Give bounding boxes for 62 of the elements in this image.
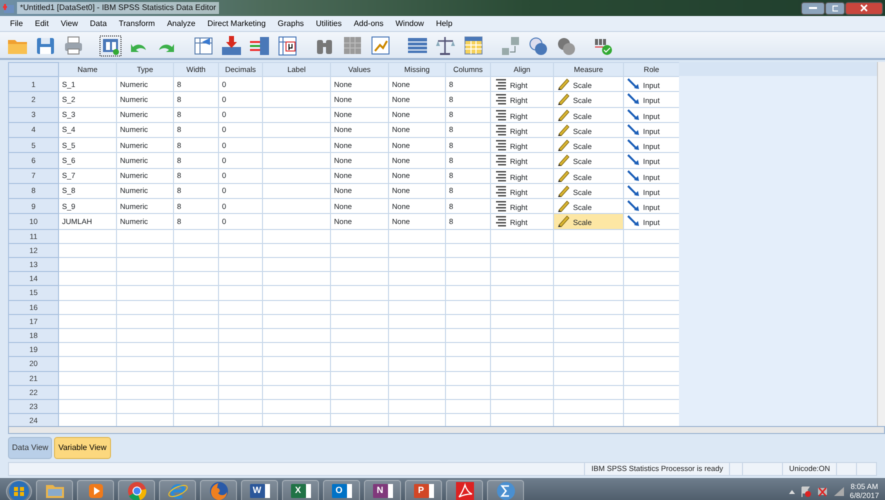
pdf-icon[interactable] — [454, 480, 476, 500]
menu-item[interactable]: Transform — [112, 18, 161, 30]
dialog-icon[interactable] — [99, 34, 122, 56]
menu-item[interactable]: Data — [84, 18, 113, 30]
close-icon[interactable] — [860, 4, 868, 12]
arrow-icon — [627, 92, 640, 106]
close-button[interactable] — [845, 2, 883, 14]
arrow-icon — [627, 138, 640, 152]
menu-item[interactable]: Utilities — [310, 18, 348, 30]
office-app-button[interactable]: X — [282, 480, 319, 500]
align-right-icon — [494, 214, 507, 228]
view-tab[interactable]: Variable View — [54, 437, 111, 459]
print-icon[interactable] — [62, 34, 85, 56]
view-tab[interactable]: Data View — [8, 437, 52, 459]
align-right-icon — [494, 77, 507, 90]
menu-item[interactable]: Analyze — [160, 18, 202, 30]
office-app-button[interactable]: O — [323, 480, 360, 500]
align-right-icon — [494, 168, 507, 182]
maximize-button[interactable] — [825, 2, 845, 14]
chart-icon[interactable] — [369, 34, 392, 56]
menu-item[interactable]: Direct Marketing — [201, 18, 272, 30]
office-app-button[interactable]: W — [241, 480, 278, 500]
tray-arrow-icon[interactable] — [788, 488, 795, 494]
menu-item[interactable]: View — [54, 18, 84, 30]
firefox-icon[interactable] — [208, 480, 230, 500]
arrow-icon — [627, 214, 640, 228]
insert-arrow-icon[interactable] — [220, 34, 243, 56]
value-labels-icon[interactable] — [276, 34, 299, 56]
align-right-icon — [494, 153, 507, 166]
arrow-icon — [627, 199, 640, 212]
minimize-button[interactable] — [801, 2, 825, 14]
flag-icon[interactable] — [800, 486, 811, 496]
align-right-icon — [494, 92, 507, 106]
menu-item[interactable]: Graphs — [272, 18, 310, 30]
spreadsheet-icon[interactable] — [462, 34, 485, 56]
horizontal-scrollbar[interactable] — [8, 426, 885, 434]
window-title: *Untitled1 [DataSet0] - IBM SPSS Statistics Data Editor — [17, 2, 220, 14]
align-right-icon — [494, 199, 507, 212]
align-right-icon — [494, 122, 507, 136]
align-right-icon — [494, 138, 507, 152]
office-app-button[interactable]: N — [364, 480, 401, 500]
arrow-icon — [627, 108, 640, 121]
signal-icon[interactable] — [834, 486, 844, 496]
arrow-icon — [627, 153, 640, 166]
arrow-icon — [627, 122, 640, 136]
align-right-icon — [494, 108, 507, 121]
menu-item[interactable]: Window — [389, 18, 430, 30]
vertical-scrollbar[interactable] — [877, 62, 885, 426]
align-right-icon — [494, 184, 507, 197]
menu-item[interactable]: Add-ons — [348, 18, 390, 30]
menu-item[interactable]: Edit — [28, 18, 55, 30]
statistics-icon[interactable] — [494, 480, 516, 500]
arrow-icon — [627, 168, 640, 182]
network-icon[interactable] — [816, 486, 828, 496]
start-button[interactable] — [8, 480, 30, 500]
chrome-icon[interactable] — [126, 480, 148, 500]
office-app-button[interactable]: P — [405, 480, 442, 500]
menu-item[interactable]: Help — [430, 18, 458, 30]
arrow-icon — [627, 184, 640, 197]
app-icon — [3, 2, 15, 14]
menu-item[interactable]: File — [4, 18, 29, 30]
arrow-icon — [627, 77, 640, 90]
